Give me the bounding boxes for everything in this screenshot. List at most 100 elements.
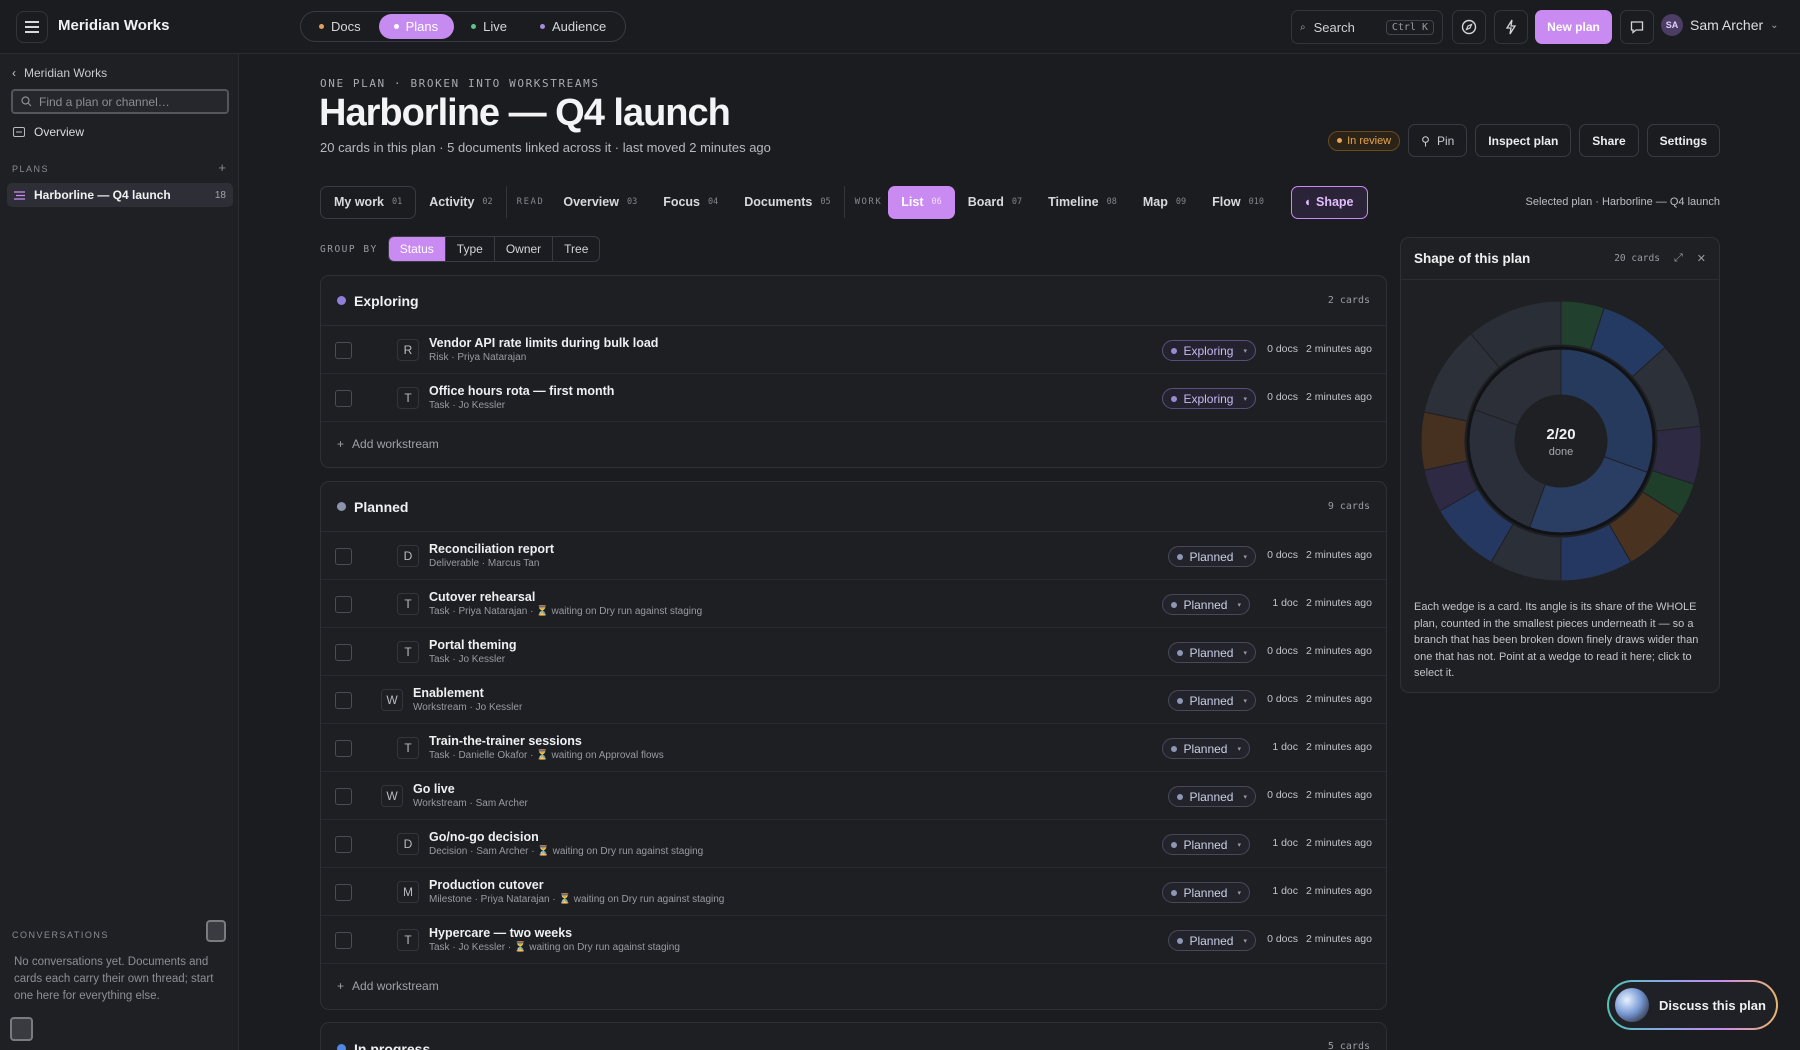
sidebar-toggle-button[interactable] <box>10 1017 33 1041</box>
nav-plans[interactable]: Plans <box>378 14 455 39</box>
add-plan-icon[interactable]: + <box>218 160 226 175</box>
row-title[interactable]: Go live <box>413 782 528 796</box>
group-by-tree[interactable]: Tree <box>552 237 599 261</box>
back-link[interactable]: ‹ Meridian Works <box>12 66 107 80</box>
tab-timeline[interactable]: Timeline 08 <box>1035 186 1130 219</box>
expand-icon[interactable]: ⤢ <box>1674 252 1683 265</box>
group-by-owner[interactable]: Owner <box>493 237 552 261</box>
row-checkbox[interactable] <box>335 788 352 805</box>
table-row[interactable]: T Office hours rota — first month Task · J… <box>321 374 1386 422</box>
group-by-type[interactable]: Type <box>444 237 494 261</box>
row-checkbox[interactable] <box>335 548 352 565</box>
add-workstream-button[interactable]: + Add workstream <box>321 422 1386 466</box>
row-title[interactable]: Office hours rota — first month <box>429 384 614 398</box>
sidebar-item-overview[interactable]: Overview <box>13 125 84 139</box>
group-header[interactable]: Exploring 2 cards <box>321 276 1386 326</box>
sidebar-item-plan[interactable]: Harborline — Q4 launch 18 <box>7 183 233 207</box>
row-checkbox[interactable] <box>335 390 352 407</box>
status-dropdown[interactable]: Planned ▾ <box>1168 690 1256 711</box>
table-row[interactable]: D Go/no-go decision Decision · Sam Archer … <box>321 820 1386 868</box>
tab-board[interactable]: Board 07 <box>955 186 1035 219</box>
tab-label: List <box>901 195 924 209</box>
discuss-plan-button[interactable]: Discuss this plan <box>1607 980 1778 1030</box>
nav-audience[interactable]: Audience <box>525 14 622 39</box>
status-dropdown[interactable]: Planned ▾ <box>1162 834 1250 855</box>
pin-button[interactable]: ⚲ Pin <box>1408 124 1468 157</box>
plan-sunburst[interactable]: 2/20 done <box>1420 300 1702 582</box>
status-dropdown[interactable]: Exploring ▾ <box>1162 388 1256 409</box>
user-menu[interactable]: SA Sam Archer ⌄ <box>1661 14 1779 36</box>
chevron-down-icon: ▾ <box>1237 841 1241 849</box>
tab-overview[interactable]: Overview 03 <box>550 186 650 219</box>
row-title[interactable]: Hypercare — two weeks <box>429 926 680 940</box>
compass-icon[interactable] <box>1452 10 1486 44</box>
row-title[interactable]: Cutover rehearsal <box>429 590 702 604</box>
group-header[interactable]: Planned 9 cards <box>321 482 1386 532</box>
row-checkbox[interactable] <box>335 596 352 613</box>
row-checkbox[interactable] <box>335 692 352 709</box>
row-title[interactable]: Go/no-go decision <box>429 830 703 844</box>
tab-my-work[interactable]: My work 01 <box>320 185 417 219</box>
table-row[interactable]: R Vendor API rate limits during bulk load… <box>321 326 1386 374</box>
new-conversation-button[interactable] <box>206 920 226 942</box>
share-button[interactable]: Share <box>1579 124 1639 157</box>
status-dropdown[interactable]: Exploring ▾ <box>1162 340 1256 361</box>
tab-focus[interactable]: Focus 04 <box>650 186 731 219</box>
menu-icon[interactable] <box>16 11 48 43</box>
sunburst-wedge[interactable] <box>1420 411 1468 471</box>
row-checkbox[interactable] <box>335 740 352 757</box>
chat-icon[interactable] <box>1620 10 1654 44</box>
group-header[interactable]: In progress 5 cards <box>321 1023 1386 1050</box>
inspect-plan-button[interactable]: Inspect plan <box>1475 124 1572 157</box>
row-title[interactable]: Vendor API rate limits during bulk load <box>429 336 658 350</box>
row-title[interactable]: Portal theming <box>429 638 517 652</box>
new-plan-button[interactable]: New plan <box>1535 10 1612 44</box>
table-row[interactable]: W Enablement Workstream · Jo Kessler Planne… <box>321 676 1386 724</box>
status-dropdown[interactable]: Planned ▾ <box>1168 930 1256 951</box>
table-row[interactable]: T Portal theming Task · Jo Kessler Planned ▾… <box>321 628 1386 676</box>
row-title[interactable]: Enablement <box>413 686 522 700</box>
global-search[interactable]: ⌕ Search Ctrl K <box>1291 10 1443 44</box>
status-dropdown[interactable]: Planned ▾ <box>1168 546 1256 567</box>
status-dropdown[interactable]: Planned ▾ <box>1168 642 1256 663</box>
status-dropdown[interactable]: Planned ▾ <box>1162 882 1250 903</box>
add-workstream-button[interactable]: + Add workstream <box>321 964 1386 1008</box>
tab-number: 05 <box>820 197 831 207</box>
chevron-down-icon: ▾ <box>1243 697 1247 705</box>
nav-docs[interactable]: Docs <box>304 14 377 39</box>
group-by-status[interactable]: Status <box>388 237 445 261</box>
row-checkbox[interactable] <box>335 342 352 359</box>
status-dropdown[interactable]: Planned ▾ <box>1162 594 1250 615</box>
table-row[interactable]: T Train-the-trainer sessions Task · Daniel… <box>321 724 1386 772</box>
status-dropdown[interactable]: Planned ▾ <box>1162 738 1250 759</box>
find-plan-input[interactable]: Find a plan or channel… <box>11 89 229 114</box>
sunburst-center-value: 2/20 <box>1546 426 1575 443</box>
status-dropdown[interactable]: Planned ▾ <box>1168 786 1256 807</box>
bolt-icon[interactable] <box>1494 10 1528 44</box>
shape-toggle-button[interactable]: ◐ Shape <box>1290 185 1368 219</box>
tab-activity[interactable]: Activity 02 <box>416 186 505 219</box>
table-row[interactable]: D Reconciliation report Deliverable · Marc… <box>321 532 1386 580</box>
settings-button[interactable]: Settings <box>1646 124 1720 157</box>
nav-audience-label: Audience <box>552 19 607 34</box>
table-row[interactable]: T Cutover rehearsal Task · Priya Natarajan… <box>321 580 1386 628</box>
table-row[interactable]: W Go live Workstream · Sam Archer Planned ▾ 0… <box>321 772 1386 820</box>
row-checkbox[interactable] <box>335 644 352 661</box>
table-row[interactable]: M Production cutover Milestone · Priya Nat… <box>321 868 1386 916</box>
tab-flow[interactable]: Flow 010 <box>1199 186 1277 219</box>
row-checkbox[interactable] <box>335 884 352 901</box>
row-title[interactable]: Production cutover <box>429 878 724 892</box>
row-checkbox[interactable] <box>335 932 352 949</box>
nav-plans-label: Plans <box>405 19 439 34</box>
table-row[interactable]: T Hypercare — two weeks Task · Jo Kessler … <box>321 916 1386 964</box>
tab-map[interactable]: Map 09 <box>1130 186 1199 219</box>
tab-documents[interactable]: Documents 05 <box>731 186 843 219</box>
row-title[interactable]: Reconciliation report <box>429 542 554 556</box>
tab-list[interactable]: List 06 <box>888 185 955 219</box>
assistant-orb-icon <box>1615 988 1649 1022</box>
close-icon[interactable]: ✕ <box>1697 252 1706 265</box>
nav-live[interactable]: Live <box>456 14 523 39</box>
row-title[interactable]: Train-the-trainer sessions <box>429 734 664 748</box>
group-dot <box>337 296 346 305</box>
row-checkbox[interactable] <box>335 836 352 853</box>
